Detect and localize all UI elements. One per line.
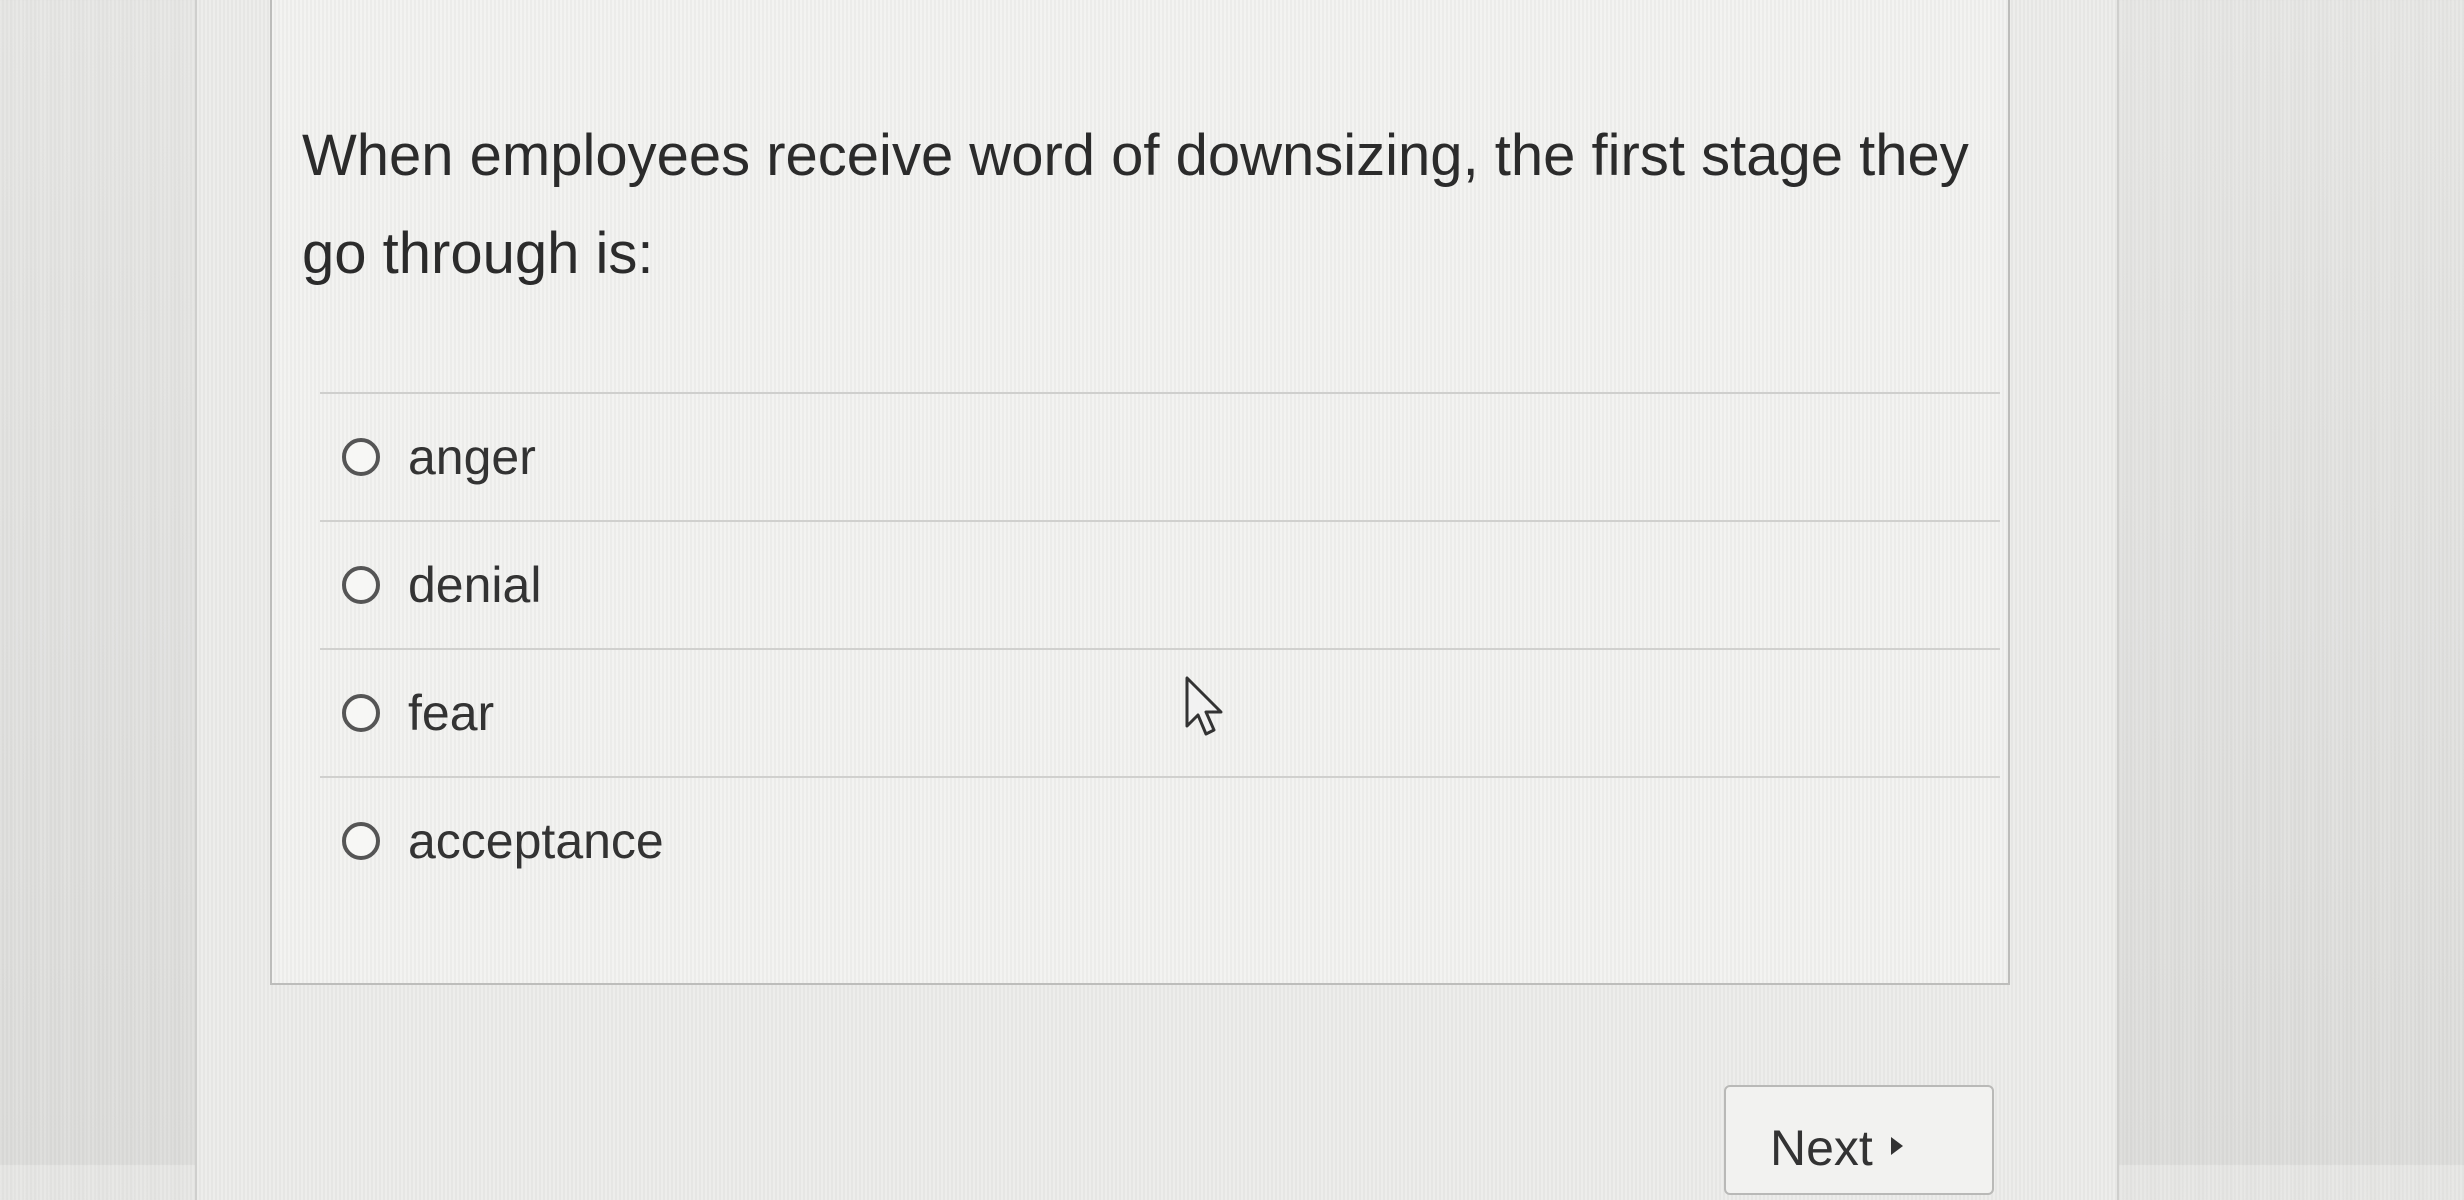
next-button-label: Next	[1770, 1120, 1873, 1176]
question-text: When employees receive word of downsizin…	[302, 123, 1969, 286]
radio-button[interactable]	[342, 694, 380, 732]
answer-option-denial[interactable]: denial	[320, 522, 2000, 650]
next-button[interactable]: Next	[1724, 1085, 1994, 1195]
answer-options: anger denial fear acceptance	[320, 394, 2000, 904]
option-label: acceptance	[408, 813, 664, 869]
answer-option-fear[interactable]: fear	[320, 650, 2000, 778]
option-label: anger	[408, 429, 536, 485]
option-label: denial	[408, 557, 542, 613]
answer-option-acceptance[interactable]: acceptance	[320, 778, 2000, 904]
play-triangle-icon	[1890, 1137, 1903, 1155]
mouse-pointer-icon	[1185, 676, 1223, 736]
radio-button[interactable]	[342, 438, 380, 476]
answer-option-anger[interactable]: anger	[320, 394, 2000, 522]
radio-button[interactable]	[342, 566, 380, 604]
question-card: When employees receive word of downsizin…	[270, 0, 2010, 985]
radio-button[interactable]	[342, 822, 380, 860]
option-label: fear	[408, 685, 495, 741]
